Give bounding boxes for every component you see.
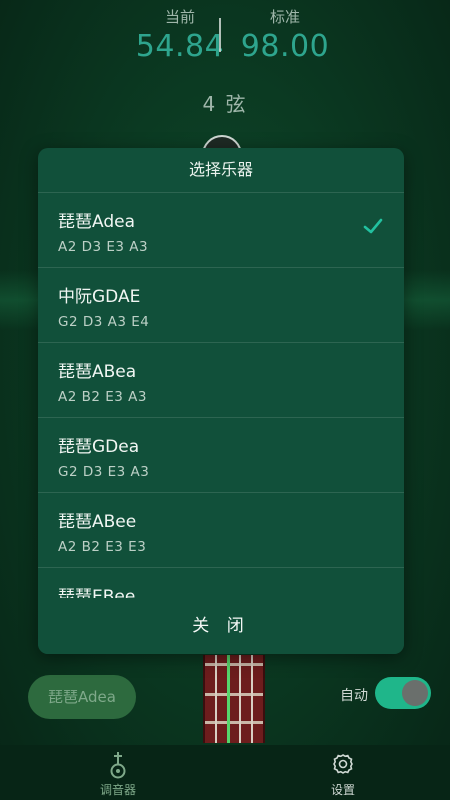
instrument-list[interactable]: 琵琶Adea A2 D3 E3 A3 中阮GDAE G2 D3 A3 E4 琵琶… bbox=[38, 193, 404, 599]
fret bbox=[205, 721, 263, 724]
nav-tuner-label: 调音器 bbox=[99, 783, 136, 797]
auto-toggle[interactable] bbox=[375, 677, 431, 709]
string-line bbox=[251, 655, 253, 743]
instrument-item[interactable]: 琵琶ABee A2 B2 E3 E3 bbox=[38, 493, 404, 568]
tuner-icon bbox=[110, 752, 126, 779]
instrument-name: 琵琶GDea bbox=[58, 437, 140, 457]
instrument-notes: G2 D3 A3 E4 bbox=[58, 314, 150, 330]
instrument-name: 琵琶ABea bbox=[58, 362, 137, 382]
check-icon bbox=[363, 218, 383, 234]
nav-settings-label: 设置 bbox=[330, 783, 355, 797]
instrument-preset-button[interactable]: 琵琶Adea bbox=[28, 675, 136, 719]
instrument-notes: A2 B2 E3 A3 bbox=[58, 389, 147, 405]
bottom-nav: 调音器 设置 bbox=[0, 745, 450, 800]
instrument-name: 琵琶ABee bbox=[58, 512, 137, 532]
instrument-name: 琵琶Adea bbox=[58, 212, 135, 232]
instrument-item[interactable]: 琵琶EBee bbox=[38, 568, 404, 599]
string-line bbox=[239, 655, 241, 743]
target-pitch: 标准 98.00 bbox=[210, 6, 360, 64]
string-line bbox=[215, 655, 217, 743]
gear-icon bbox=[333, 754, 353, 774]
instrument-name: 中阮GDAE bbox=[58, 287, 141, 307]
auto-label: 自动 bbox=[340, 688, 368, 704]
pitch-readout: 当前 54.84 标准 98.00 bbox=[0, 6, 450, 76]
fretboard bbox=[203, 655, 265, 743]
close-button[interactable]: 关 闭 bbox=[38, 598, 404, 654]
instrument-name: 琵琶EBee bbox=[58, 587, 136, 599]
dialog-title: 选择乐器 bbox=[38, 148, 404, 193]
instrument-item[interactable]: 中阮GDAE G2 D3 A3 E4 bbox=[38, 268, 404, 343]
nav-tuner[interactable]: 调音器 bbox=[58, 745, 178, 800]
instrument-notes: G2 D3 E3 A3 bbox=[58, 464, 150, 480]
string-indicator: 4 弦 bbox=[202, 92, 248, 116]
nav-settings[interactable]: 设置 bbox=[283, 745, 403, 800]
fret bbox=[205, 693, 263, 696]
instrument-notes: A2 B2 E3 E3 bbox=[58, 539, 147, 555]
toggle-knob bbox=[402, 680, 428, 706]
string-line-active bbox=[227, 655, 230, 743]
instrument-item[interactable]: 琵琶Adea A2 D3 E3 A3 bbox=[38, 193, 404, 268]
target-value: 98.00 bbox=[240, 29, 330, 64]
target-label: 标准 bbox=[269, 8, 300, 26]
instrument-notes: A2 D3 E3 A3 bbox=[58, 239, 149, 255]
instrument-picker-dialog: 选择乐器 琵琶Adea A2 D3 E3 A3 中阮GDAE G2 D3 A3 … bbox=[38, 148, 404, 654]
instrument-item[interactable]: 琵琶GDea G2 D3 E3 A3 bbox=[38, 418, 404, 493]
fret bbox=[205, 663, 263, 666]
instrument-item[interactable]: 琵琶ABea A2 B2 E3 A3 bbox=[38, 343, 404, 418]
